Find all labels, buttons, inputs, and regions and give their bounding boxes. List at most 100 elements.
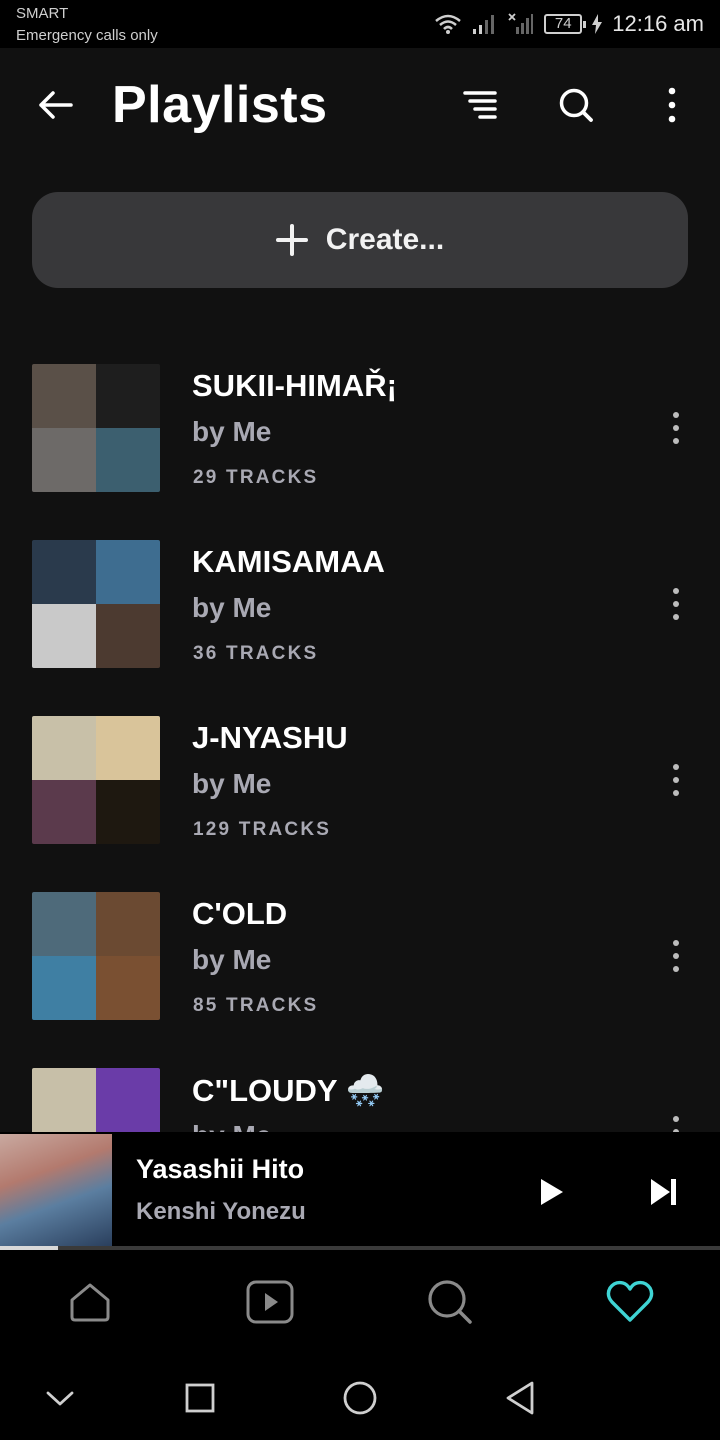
chevron-down-icon — [46, 1391, 74, 1406]
playlist-title: C'OLD — [192, 896, 288, 931]
art-tile — [32, 428, 96, 492]
playlist-more-button[interactable] — [656, 756, 696, 804]
playlist-row[interactable]: J-NYASHU by Me 129 TRACKS — [0, 692, 720, 868]
battery-indicator: 74 — [544, 14, 587, 34]
heart-icon — [606, 1280, 654, 1322]
system-navigation — [0, 1354, 720, 1440]
art-tile — [32, 1068, 96, 1132]
playlist-artwork — [32, 364, 160, 492]
more-options-button[interactable] — [647, 80, 697, 130]
art-tile — [96, 428, 160, 492]
home-icon — [70, 1283, 110, 1322]
playlist-artwork — [32, 540, 160, 668]
search-icon — [428, 1280, 472, 1324]
art-tile — [96, 364, 160, 428]
page-title: Playlists — [112, 76, 328, 134]
playlist-more-button[interactable] — [656, 580, 696, 628]
playlist-artwork — [32, 1068, 160, 1132]
bottom-navigation — [0, 1250, 720, 1354]
playlist-more-button[interactable] — [656, 404, 696, 452]
more-vertical-icon — [668, 87, 676, 123]
nav-favorites[interactable] — [600, 1274, 660, 1330]
system-recents-button[interactable] — [178, 1376, 222, 1420]
playlist-track-count: 36 TRACKS — [193, 643, 319, 664]
status-bar: SMART Emergency calls only 74 12:16 am — [0, 0, 720, 48]
back-button[interactable] — [30, 80, 80, 130]
clock: 12:16 am — [612, 11, 704, 36]
more-vertical-icon — [673, 764, 679, 796]
nav-home[interactable] — [60, 1274, 120, 1330]
signal-icon — [472, 13, 498, 35]
home-circle-icon — [343, 1381, 377, 1415]
more-vertical-icon — [673, 1116, 679, 1132]
playlist-owner: by Me — [192, 944, 272, 975]
play-button[interactable] — [526, 1166, 578, 1218]
playlist-more-button[interactable] — [656, 1108, 696, 1132]
back-arrow-icon — [39, 91, 73, 119]
art-tile — [32, 540, 96, 604]
more-vertical-icon — [673, 412, 679, 444]
system-home-button[interactable] — [338, 1376, 382, 1420]
back-triangle-icon — [506, 1381, 534, 1415]
playlist-track-count: 85 TRACKS — [193, 995, 319, 1016]
art-tile — [96, 540, 160, 604]
status-indicators: 74 12:16 am — [434, 8, 704, 40]
art-tile — [32, 604, 96, 668]
art-tile — [32, 892, 96, 956]
now-playing-title: Yasashii Hito — [136, 1154, 305, 1184]
art-tile — [96, 1068, 160, 1132]
skip-next-icon — [651, 1179, 676, 1205]
art-tile — [96, 604, 160, 668]
create-playlist-button[interactable]: Create... — [32, 192, 688, 288]
playlist-track-count: 129 TRACKS — [193, 819, 332, 840]
now-playing-artist: Kenshi Yonezu — [136, 1198, 306, 1225]
playlist-row[interactable]: SUKII-HIMAŘ¡ by Me 29 TRACKS — [0, 340, 720, 516]
art-tile — [96, 892, 160, 956]
playlist-row[interactable]: C'OLD by Me 85 TRACKS — [0, 868, 720, 1044]
system-back-button[interactable] — [498, 1376, 542, 1420]
art-tile — [32, 956, 96, 1020]
wifi-icon — [434, 13, 462, 35]
playlist-owner: by Me — [192, 1120, 271, 1132]
nav-video[interactable] — [240, 1274, 300, 1330]
playlist-owner: by Me — [192, 416, 272, 447]
more-vertical-icon — [673, 588, 679, 620]
art-tile — [32, 780, 96, 844]
art-tile — [96, 956, 160, 1020]
sort-button[interactable] — [455, 80, 505, 130]
art-tile — [32, 364, 96, 428]
search-icon — [559, 88, 593, 122]
art-tile — [96, 780, 160, 844]
now-playing-bar[interactable]: Yasashii Hito Kenshi Yonezu — [0, 1132, 720, 1250]
play-icon — [541, 1179, 563, 1205]
playlist-title: KAMISAMAA — [192, 544, 385, 579]
now-playing-artwork — [0, 1134, 112, 1246]
playlist-owner: by Me — [192, 592, 272, 623]
video-icon — [246, 1280, 294, 1324]
emergency-status: Emergency calls only — [16, 27, 158, 44]
search-button[interactable] — [551, 80, 601, 130]
recents-square-icon — [185, 1383, 215, 1413]
system-hide-button[interactable] — [38, 1376, 82, 1420]
playlist-owner: by Me — [192, 768, 272, 799]
no-signal-icon — [508, 13, 534, 35]
playlist-artwork — [32, 892, 160, 1020]
next-track-button[interactable] — [636, 1166, 692, 1218]
nav-search[interactable] — [420, 1274, 480, 1330]
playlist-list[interactable]: SUKII-HIMAŘ¡ by Me 29 TRACKS KAMISAMAA b… — [0, 340, 720, 1132]
playlist-more-button[interactable] — [656, 932, 696, 980]
sort-icon — [463, 91, 497, 119]
app-header: Playlists — [0, 48, 720, 160]
playlist-title: SUKII-HIMAŘ¡ — [192, 368, 397, 403]
playlist-row[interactable]: KAMISAMAA by Me 36 TRACKS — [0, 516, 720, 692]
create-label: Create... — [325, 223, 445, 256]
more-vertical-icon — [673, 940, 679, 972]
plus-icon — [275, 224, 308, 256]
playlist-title: C"LOUDY 🌨️ — [192, 1073, 385, 1108]
art-tile — [96, 716, 160, 780]
playlist-artwork — [32, 716, 160, 844]
playlist-track-count: 29 TRACKS — [193, 467, 319, 488]
carrier-name: SMART — [16, 5, 69, 22]
charging-icon — [592, 14, 603, 34]
playlist-row[interactable]: C"LOUDY 🌨️ by Me — [0, 1044, 720, 1132]
